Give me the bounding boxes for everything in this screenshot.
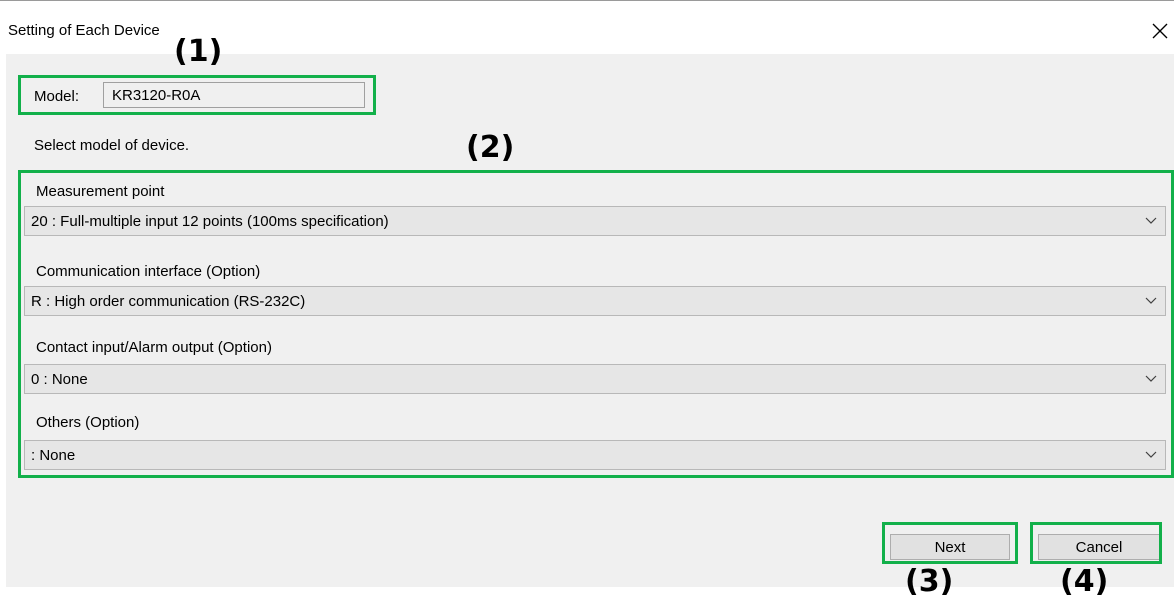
- instruction-text: Select model of device.: [34, 137, 190, 154]
- annotation-2: (2): [466, 130, 515, 165]
- close-icon[interactable]: [1147, 18, 1173, 44]
- annotation-1: (1): [174, 34, 223, 69]
- annotation-4: (4): [1060, 564, 1109, 599]
- window-top-border: [0, 0, 1174, 1]
- options-highlight-box: [18, 170, 1174, 478]
- model-highlight-box: [18, 75, 376, 115]
- cancel-highlight-box: [1030, 522, 1162, 564]
- window-title: Setting of Each Device: [8, 22, 160, 39]
- next-highlight-box: [882, 522, 1018, 564]
- annotation-3: (3): [905, 564, 954, 599]
